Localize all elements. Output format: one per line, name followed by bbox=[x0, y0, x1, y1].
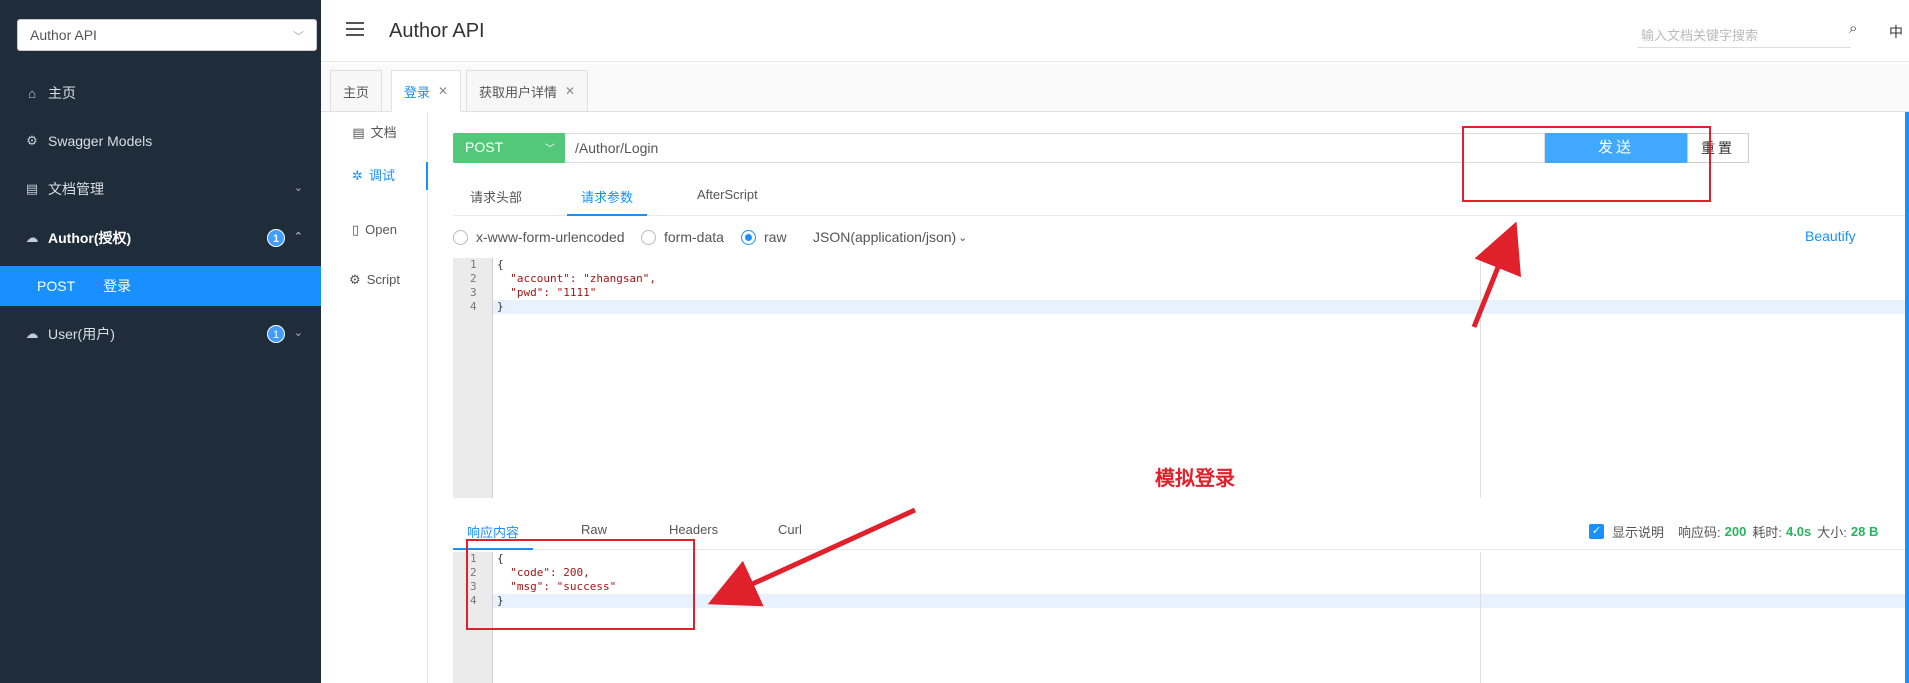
app-root: Author API ﹀ ⌂ 主页 ⚙ Swagger Models ▤ 文档管… bbox=[0, 0, 1909, 683]
vertical-scrollbar[interactable] bbox=[1905, 112, 1909, 683]
arrow-to-send bbox=[1471, 221, 1521, 328]
annotation-arrows bbox=[707, 221, 1521, 607]
arrow-to-response bbox=[707, 507, 917, 607]
